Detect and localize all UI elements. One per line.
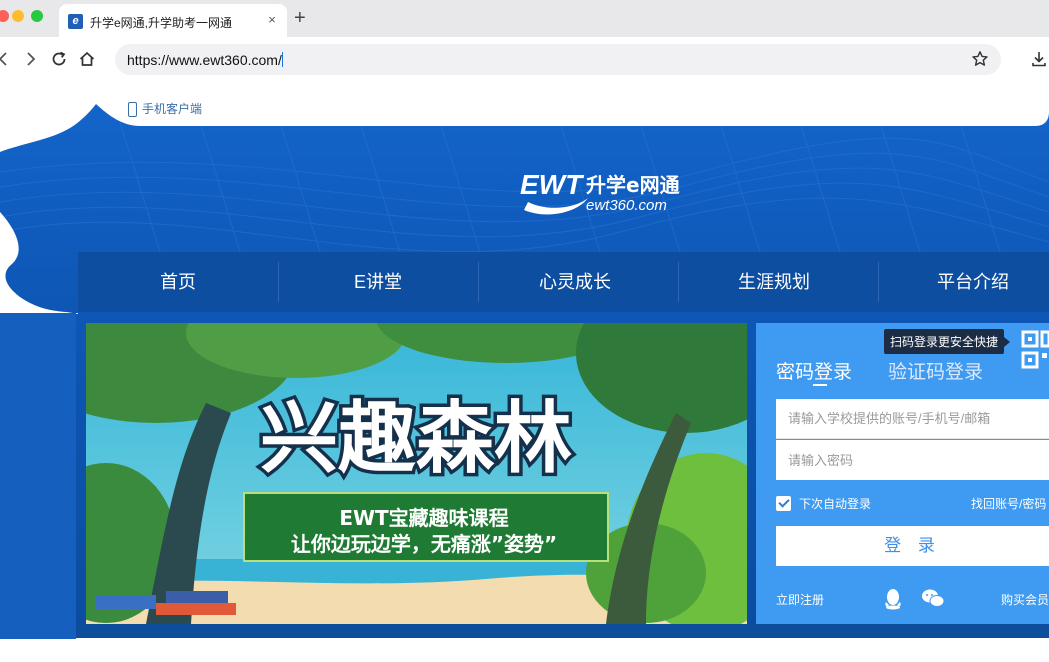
svg-text:升学e网通: 升学e网通	[586, 173, 680, 197]
account-input[interactable]	[776, 399, 1049, 438]
remember-checkbox[interactable]	[776, 496, 791, 511]
left-decor-strip	[0, 313, 76, 639]
svg-text:兴趣森林: 兴趣森林	[260, 394, 572, 484]
window-minimize-button[interactable]	[12, 10, 24, 22]
main-nav: 首页 E讲堂 心灵成长 生涯规划 平台介绍	[78, 252, 1049, 312]
website: 手机客户端 EWT 升学e网通 ewt360.com 首页 E讲堂 心灵成长 生…	[0, 82, 1049, 662]
tab-sms-login[interactable]: 验证码登录	[888, 357, 983, 384]
buy-membership-link[interactable]: 购买会员	[1001, 591, 1049, 608]
phone-icon	[128, 102, 137, 117]
register-link[interactable]: 立即注册	[776, 591, 824, 608]
nav-item-e-lecture[interactable]: E讲堂	[278, 252, 478, 312]
svg-text:EWT宝藏趣味课程: EWT宝藏趣味课程	[339, 506, 508, 530]
back-icon[interactable]	[0, 50, 12, 68]
nav-item-mental-growth[interactable]: 心灵成长	[475, 252, 675, 312]
tab-close-icon[interactable]: ×	[265, 12, 279, 27]
bookmark-star-icon[interactable]	[971, 50, 989, 68]
hero-bottom-band	[76, 624, 1049, 636]
nav-item-home[interactable]: 首页	[78, 252, 278, 312]
new-tab-button[interactable]: +	[294, 8, 306, 28]
nav-item-platform-intro[interactable]: 平台介绍	[873, 252, 1049, 312]
site-favicon-icon: e	[68, 14, 83, 29]
account-field	[776, 399, 1049, 439]
forward-icon[interactable]	[22, 50, 40, 68]
remember-me[interactable]: 下次自动登录	[776, 495, 871, 512]
window-zoom-button[interactable]	[31, 10, 43, 22]
password-field	[776, 440, 1049, 480]
login-panel: 扫码登录更安全快捷 密码登录 验证码登录 下次自动登录 找回账号/密码 登 录 …	[756, 323, 1049, 624]
download-icon[interactable]	[1030, 50, 1048, 68]
active-tab-indicator	[813, 384, 827, 386]
url-text[interactable]: https://www.ewt360.com/	[127, 52, 283, 68]
address-bar[interactable]: https://www.ewt360.com/	[115, 44, 1001, 75]
reload-icon[interactable]	[50, 50, 68, 68]
home-icon[interactable]	[78, 50, 96, 68]
svg-text:ewt360.com: ewt360.com	[586, 197, 667, 214]
ewt-logo[interactable]: EWT 升学e网通 ewt360.com	[518, 162, 688, 218]
qr-login-tooltip: 扫码登录更安全快捷	[884, 329, 1011, 354]
nav-item-career-planning[interactable]: 生涯规划	[674, 252, 874, 312]
qr-code-icon[interactable]	[1020, 329, 1049, 371]
tab-title: 升学e网通,升学助考一网通	[90, 16, 233, 30]
browser-tab-bar: e 升学e网通,升学助考一网通 × +	[0, 0, 1049, 37]
tab-password-login[interactable]: 密码登录	[776, 357, 852, 384]
password-input[interactable]	[776, 440, 1049, 480]
promo-banner[interactable]: 兴趣森林 EWT宝藏趣味课程 让你边玩边学，无痛涨”姿势”	[86, 323, 747, 624]
browser-tab[interactable]: e 升学e网通,升学助考一网通 ×	[59, 4, 287, 37]
login-button[interactable]: 登 录	[776, 526, 1049, 566]
svg-text:让你边玩边学，无痛涨”姿势”: 让你边玩边学，无痛涨”姿势”	[291, 532, 557, 556]
svg-text:EWT: EWT	[520, 169, 585, 200]
forgot-account-link[interactable]: 找回账号/密码	[971, 495, 1046, 512]
browser-toolbar: https://www.ewt360.com/	[0, 37, 1049, 83]
mobile-client-link[interactable]: 手机客户端	[128, 100, 202, 117]
wechat-icon[interactable]	[921, 588, 945, 610]
window-close-button[interactable]	[0, 10, 9, 22]
qq-icon[interactable]	[883, 588, 903, 610]
